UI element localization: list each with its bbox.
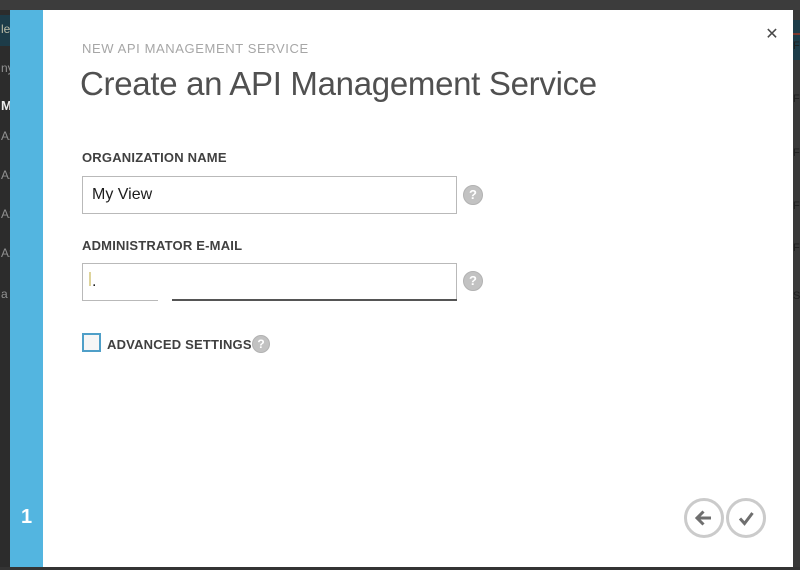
border-artifact <box>172 299 457 301</box>
organization-name-input[interactable] <box>82 176 457 214</box>
portal-top-bar <box>0 0 800 10</box>
sidebar-fragment: M <box>1 98 10 113</box>
text-caret <box>89 272 91 286</box>
sidebar-fragment: ny <box>1 61 10 75</box>
portal-content-remnant: F F F F F S <box>793 10 800 567</box>
content-fragment: F <box>793 242 800 254</box>
close-icon: ✕ <box>765 24 778 43</box>
step-number: 1 <box>10 506 43 529</box>
sidebar-fragment: Az <box>1 207 10 221</box>
selected-row-marker <box>793 33 800 35</box>
wizard-step-stripe: 1 <box>10 10 43 567</box>
submit-button[interactable] <box>726 498 766 538</box>
back-button[interactable] <box>684 498 724 538</box>
content-fragment: S <box>793 290 800 302</box>
administrator-email-help-icon[interactable]: ? <box>463 271 483 291</box>
organization-name-help-icon[interactable]: ? <box>463 185 483 205</box>
portal-sidebar-remnant: le ny M Az Az Az Az a <box>0 10 10 567</box>
screen: le ny M Az Az Az Az a F F F F F S 1 ✕ NE… <box>0 0 800 570</box>
back-arrow-icon <box>693 507 715 529</box>
administrator-email-input[interactable] <box>82 263 457 301</box>
advanced-settings-checkbox[interactable] <box>82 333 101 352</box>
content-fragment: F <box>793 40 800 52</box>
content-fragment: F <box>793 93 800 105</box>
sidebar-fragment: Az <box>1 246 10 260</box>
advanced-settings-help-icon[interactable]: ? <box>252 335 270 353</box>
administrator-email-label: ADMINISTRATOR E-MAIL <box>82 238 242 253</box>
wizard-dialog: 1 ✕ NEW API MANAGEMENT SERVICE Create an… <box>10 10 793 567</box>
sidebar-fragment: Az <box>1 129 10 143</box>
content-fragment: F <box>793 147 800 159</box>
sidebar-fragment: Az <box>1 168 10 182</box>
organization-name-label: ORGANIZATION NAME <box>82 150 227 165</box>
close-button[interactable]: ✕ <box>760 22 784 46</box>
checkmark-icon <box>735 507 757 529</box>
sidebar-fragment: le <box>1 22 10 36</box>
sidebar-fragment: a <box>1 287 8 301</box>
advanced-settings-label: ADVANCED SETTINGS <box>107 337 252 352</box>
administrator-email-field <box>82 263 457 301</box>
content-fragment: F <box>793 200 800 212</box>
dialog-title: Create an API Management Service <box>80 65 597 103</box>
dialog-eyebrow: NEW API MANAGEMENT SERVICE <box>82 41 309 56</box>
